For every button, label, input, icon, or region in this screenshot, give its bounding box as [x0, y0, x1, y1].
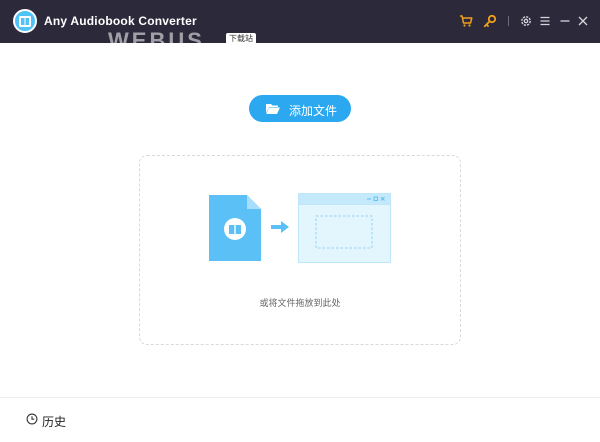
app-title: Any Audiobook Converter [44, 14, 197, 28]
history-label: 历史 [42, 415, 67, 429]
bottom-bar: 历史 [0, 397, 600, 442]
add-files-button[interactable]: 添加文件 [249, 95, 351, 122]
folder-icon [266, 104, 280, 114]
window-drop-icon [298, 193, 391, 263]
title-bar: Any Audiobook Converter WEBUS 下载站 [0, 0, 600, 44]
add-files-label: 添加文件 [289, 104, 338, 118]
close-icon[interactable] [576, 14, 590, 28]
arrow-right-icon [271, 221, 289, 233]
drop-hint-text: 或将文件拖放到此处 [259, 298, 341, 308]
watermark-text: WEBUS [108, 30, 205, 43]
minimize-icon[interactable] [558, 14, 572, 28]
watermark-tag: 下载站 [226, 33, 256, 44]
settings-icon[interactable] [519, 14, 533, 28]
menu-icon[interactable] [538, 14, 552, 28]
clock-icon [26, 413, 38, 425]
titlebar-separator [508, 16, 509, 26]
key-icon[interactable] [483, 14, 497, 28]
cart-icon[interactable] [459, 14, 473, 28]
app-logo-icon [13, 9, 37, 33]
audiobook-file-icon [209, 195, 261, 261]
